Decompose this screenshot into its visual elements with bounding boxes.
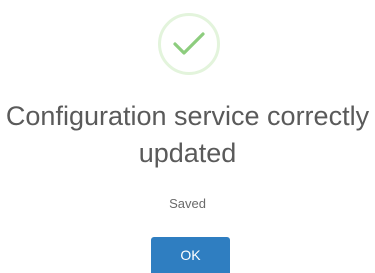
success-dialog: Configuration service correctly updated … — [0, 0, 375, 273]
dialog-message: Saved — [169, 196, 206, 211]
success-icon — [158, 13, 220, 75]
check-icon — [173, 32, 205, 55]
ok-button[interactable]: OK — [151, 237, 230, 273]
dialog-title: Configuration service correctly updated — [5, 101, 370, 168]
